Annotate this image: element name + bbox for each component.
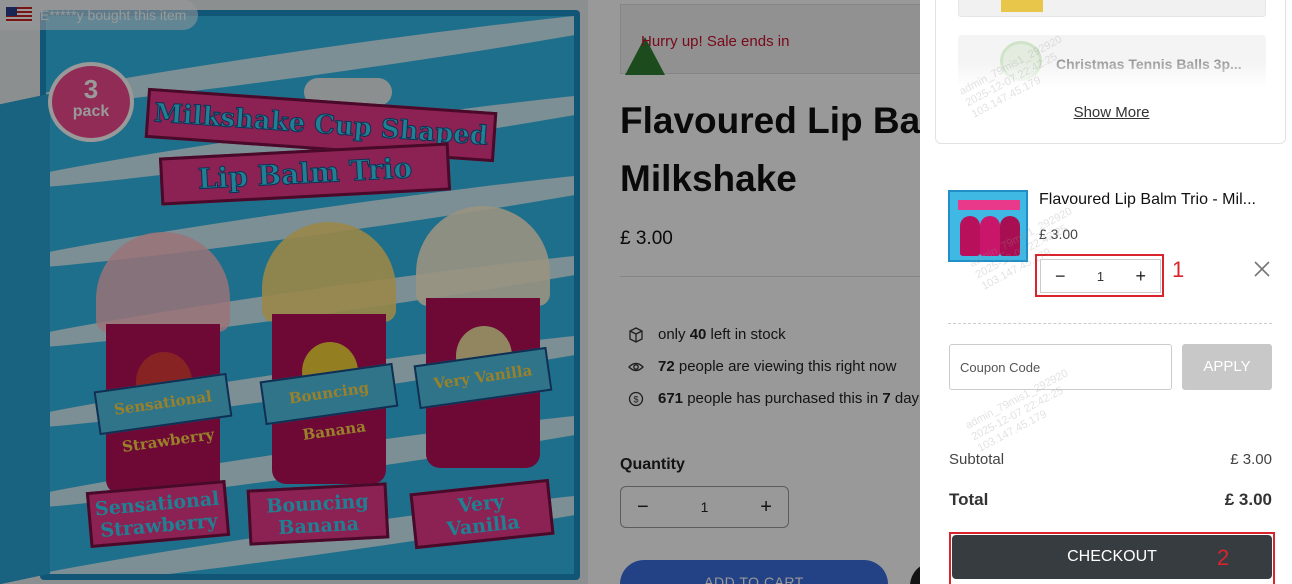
cart-drawer: Christmas Tennis Balls 3p... Show More F… (920, 0, 1292, 584)
subtotal-value: £ 3.00 (1230, 451, 1272, 468)
page-overlay[interactable] (0, 0, 920, 584)
recommendation-item[interactable]: Christmas Tennis Balls 3p... (958, 35, 1266, 87)
annotation-marker-2: 2 (1217, 545, 1230, 570)
annotation-marker-1: 1 (1172, 257, 1185, 282)
close-icon[interactable] (1253, 260, 1271, 278)
recommendation-thumbnail (1001, 0, 1043, 12)
cart-item-name[interactable]: Flavoured Lip Balm Trio - Mil... (1039, 191, 1275, 209)
cart-item-price: £ 3.00 (1039, 226, 1078, 242)
apply-button[interactable]: APPLY (1182, 344, 1272, 390)
subtotal-label: Subtotal (949, 451, 1005, 468)
total-value: £ 3.00 (1224, 490, 1272, 509)
recommendations-box: Christmas Tennis Balls 3p... Show More (935, 0, 1286, 144)
divider (948, 323, 1272, 324)
total-label: Total (949, 490, 989, 509)
coupon-code-input[interactable] (949, 344, 1172, 390)
annotation-box-1 (1035, 254, 1164, 297)
recommendation-item[interactable] (958, 0, 1266, 17)
cart-item-image[interactable] (948, 190, 1028, 262)
show-more-link[interactable]: Show More (936, 104, 1287, 121)
